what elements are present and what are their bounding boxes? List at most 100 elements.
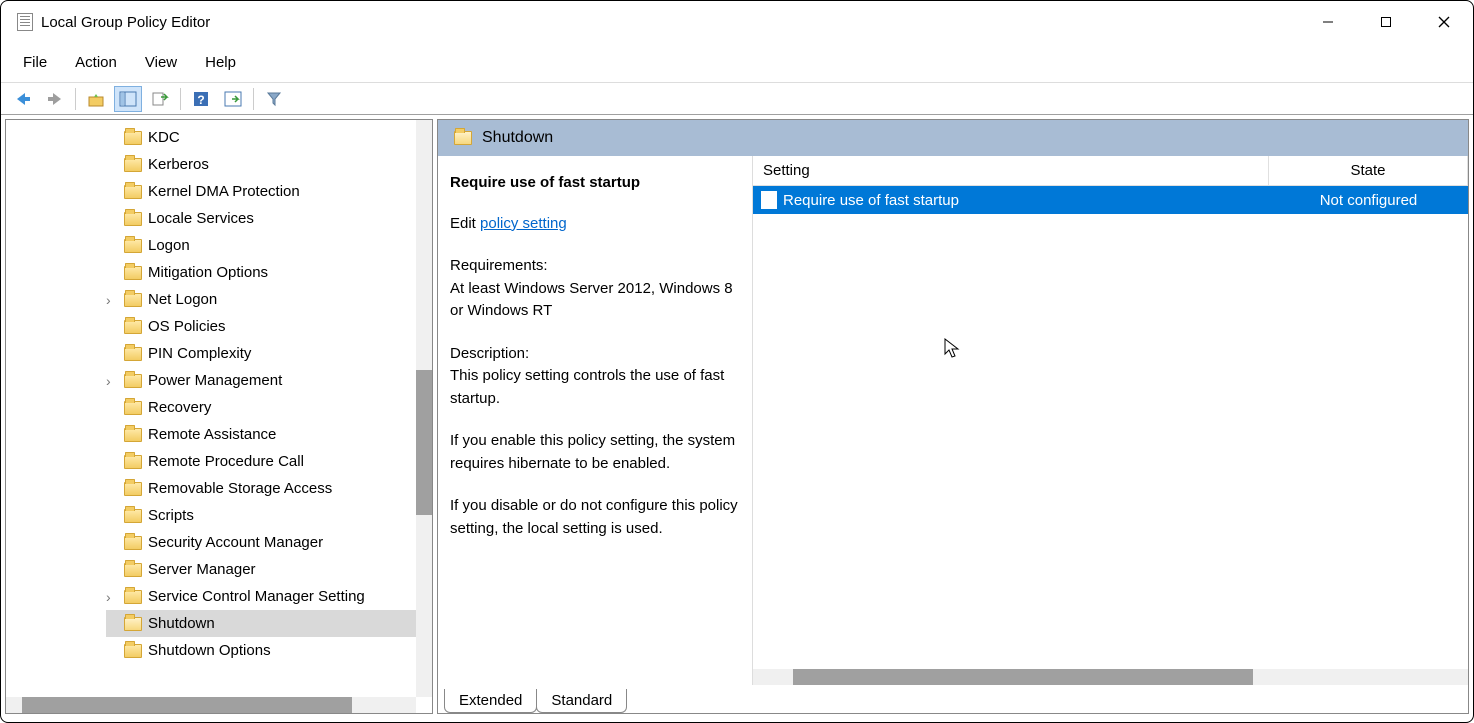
- tree-item[interactable]: Logon: [106, 232, 432, 259]
- column-setting[interactable]: Setting: [753, 156, 1269, 185]
- tree-item[interactable]: Scripts: [106, 502, 432, 529]
- scrollbar-thumb[interactable]: [793, 669, 1253, 685]
- up-button[interactable]: [82, 86, 110, 112]
- folder-icon: [124, 185, 142, 199]
- tree-panel: KDCKerberos Kernel DMA Protection Locale S…: [5, 119, 433, 714]
- back-button[interactable]: [9, 86, 37, 112]
- tree-vertical-scrollbar[interactable]: [416, 120, 432, 697]
- tree-item[interactable]: Remote Procedure Call: [106, 448, 432, 475]
- app-icon: [17, 13, 33, 31]
- tree-item-label: Logon: [148, 237, 190, 254]
- tree-item[interactable]: OS Policies: [106, 313, 432, 340]
- menu-file[interactable]: File: [9, 48, 61, 77]
- description-para1: If you enable this policy setting, the s…: [450, 430, 740, 475]
- tree-item[interactable]: Security Account Manager: [106, 529, 432, 556]
- refresh-pane-button[interactable]: [219, 86, 247, 112]
- description-text: This policy setting controls the use of …: [450, 365, 740, 410]
- tree-item-label: Kernel DMA Protection: [148, 183, 300, 200]
- folder-icon: [124, 536, 142, 550]
- tree-item[interactable]: PIN Complexity: [106, 340, 432, 367]
- menubar: File Action View Help: [1, 43, 1473, 83]
- tree-item[interactable]: Mitigation Options: [106, 259, 432, 286]
- folder-icon: [124, 617, 142, 631]
- policy-setting-link[interactable]: policy setting: [480, 215, 567, 232]
- svg-text:?: ?: [197, 93, 204, 107]
- tree-item[interactable]: Remote Assistance: [106, 421, 432, 448]
- tree-item-label: Shutdown Options: [148, 642, 271, 659]
- list-pane: Setting State Require use of fast startu…: [752, 156, 1468, 685]
- forward-button[interactable]: [41, 86, 69, 112]
- filter-button[interactable]: [260, 86, 288, 112]
- tree-item[interactable]: Server Manager: [106, 556, 432, 583]
- folder-icon: [124, 131, 142, 145]
- folder-icon: [124, 401, 142, 415]
- description-para2: If you disable or do not configure this …: [450, 495, 740, 540]
- tree-horizontal-scrollbar[interactable]: [6, 697, 416, 713]
- help-button[interactable]: ?: [187, 86, 215, 112]
- tree-list: KDCKerberos Kernel DMA Protection Locale S…: [6, 120, 432, 664]
- tree-item[interactable]: Service Control Manager Setting: [106, 583, 432, 610]
- folder-icon: [124, 482, 142, 496]
- show-hide-tree-button[interactable]: [114, 86, 142, 112]
- tree-item-label: Recovery: [148, 399, 211, 416]
- tabs-strip: Extended Standard: [438, 685, 1468, 713]
- tree-item[interactable]: Removable Storage Access: [106, 475, 432, 502]
- tree-item[interactable]: Power Management: [106, 367, 432, 394]
- folder-icon: [124, 455, 142, 469]
- tab-extended[interactable]: Extended: [444, 689, 537, 713]
- content-panel: Shutdown Require use of fast startup Edi…: [437, 119, 1469, 714]
- list-row[interactable]: Require use of fast startup Not configure…: [753, 186, 1468, 214]
- tree-scroll[interactable]: KDCKerberos Kernel DMA Protection Locale S…: [6, 120, 432, 713]
- folder-icon: [124, 563, 142, 577]
- folder-icon: [124, 644, 142, 658]
- tree-item[interactable]: Locale Services: [106, 205, 432, 232]
- export-button[interactable]: [146, 86, 174, 112]
- maximize-button[interactable]: [1357, 1, 1415, 43]
- menu-action[interactable]: Action: [61, 48, 131, 77]
- tree-item[interactable]: KDC: [106, 124, 432, 151]
- setting-text: Require use of fast startup: [783, 192, 959, 209]
- tree-item-label: Service Control Manager Setting: [148, 588, 365, 605]
- tree-item-label: Locale Services: [148, 210, 254, 227]
- tree-item[interactable]: Kernel DMA Protection: [106, 178, 432, 205]
- content-header-title: Shutdown: [482, 129, 553, 147]
- column-state[interactable]: State: [1269, 156, 1468, 185]
- list-cell-state: Not configured: [1269, 192, 1468, 209]
- tree-item-label: Remote Procedure Call: [148, 453, 304, 470]
- tree-item[interactable]: Shutdown: [106, 610, 432, 637]
- menu-view[interactable]: View: [131, 48, 191, 77]
- minimize-button[interactable]: [1299, 1, 1357, 43]
- toolbar-separator: [253, 88, 254, 110]
- tab-standard[interactable]: Standard: [536, 689, 627, 713]
- window-controls: [1299, 1, 1473, 43]
- policy-title: Require use of fast startup: [450, 172, 740, 195]
- close-button[interactable]: [1415, 1, 1473, 43]
- window-title: Local Group Policy Editor: [41, 14, 210, 31]
- menu-help[interactable]: Help: [191, 48, 250, 77]
- scrollbar-thumb[interactable]: [416, 370, 432, 515]
- toolbar-separator: [75, 88, 76, 110]
- description-label: Description:: [450, 343, 740, 366]
- folder-icon: [124, 509, 142, 523]
- tree-item[interactable]: Kerberos: [106, 151, 432, 178]
- folder-icon: [124, 293, 142, 307]
- tree-item-label: Server Manager: [148, 561, 256, 578]
- titlebar-left: Local Group Policy Editor: [17, 13, 210, 31]
- folder-icon: [124, 266, 142, 280]
- scrollbar-thumb[interactable]: [22, 697, 352, 713]
- tree-item-label: Remote Assistance: [148, 426, 276, 443]
- tree-item[interactable]: Recovery: [106, 394, 432, 421]
- policy-icon: [761, 191, 777, 209]
- folder-icon: [124, 374, 142, 388]
- tree-item-label: Removable Storage Access: [148, 480, 332, 497]
- tree-item[interactable]: Net Logon: [106, 286, 432, 313]
- folder-icon: [124, 212, 142, 226]
- folder-icon: [124, 590, 142, 604]
- tree-item-label: Net Logon: [148, 291, 217, 308]
- list-horizontal-scrollbar[interactable]: [753, 669, 1468, 685]
- tree-item[interactable]: Shutdown Options: [106, 637, 432, 664]
- content-body: Require use of fast startup Edit policy …: [438, 156, 1468, 685]
- folder-icon: [124, 239, 142, 253]
- folder-icon: [124, 428, 142, 442]
- tree-item-label: OS Policies: [148, 318, 226, 335]
